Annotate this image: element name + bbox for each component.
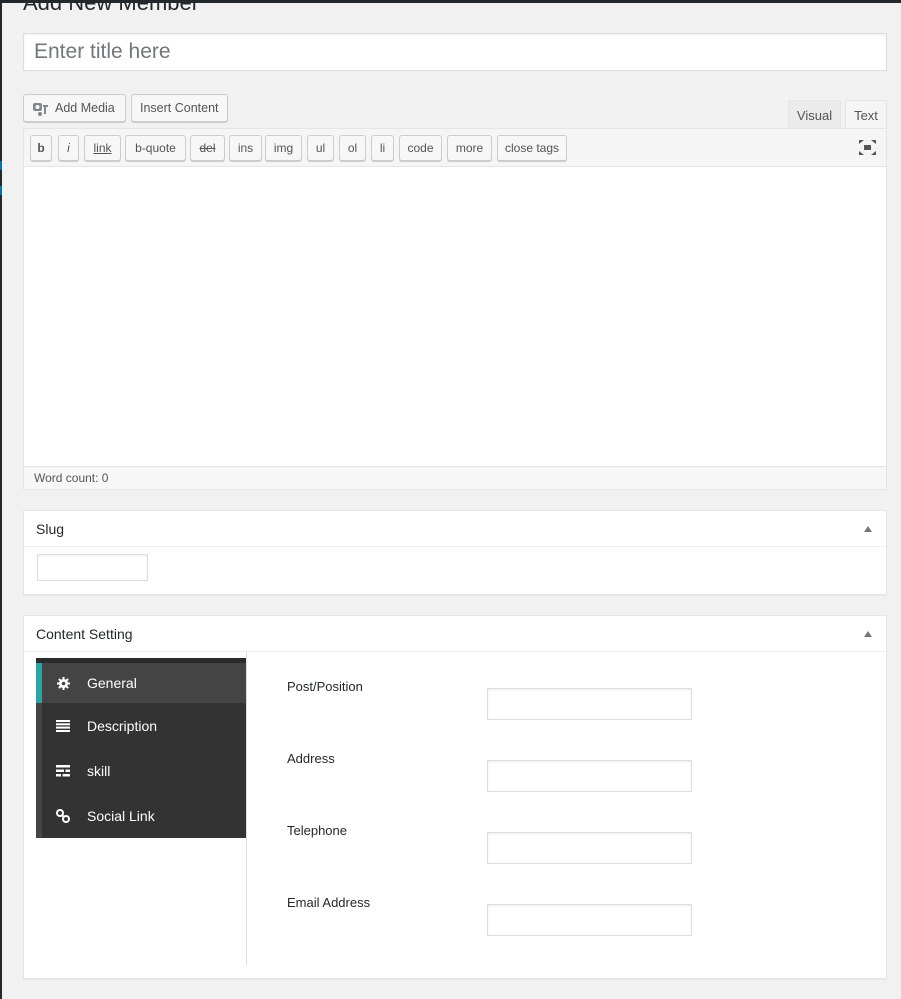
add-media-label: Add Media	[55, 101, 115, 115]
email-address-input[interactable]	[487, 904, 692, 936]
telephone-input[interactable]	[487, 832, 692, 864]
nav-item-general[interactable]: General	[36, 663, 246, 703]
quicktags-toolbar: b i link b-quote del ins img ul ol li co…	[24, 129, 886, 167]
content-setting-metabox-header[interactable]: Content Setting	[24, 616, 886, 652]
tab-visual[interactable]: Visual	[788, 100, 841, 129]
content-setting-divider	[246, 652, 247, 965]
post-position-input[interactable]	[487, 688, 692, 720]
align-justify-icon	[56, 719, 70, 733]
nav-item-label: skill	[87, 762, 111, 779]
nav-item-description[interactable]: Description	[36, 703, 246, 748]
qt-ins-button[interactable]: ins	[229, 135, 262, 161]
content-setting-metabox: Content Setting General Description skil…	[23, 615, 887, 979]
nav-item-skill[interactable]: skill	[36, 748, 246, 793]
email-address-label: Email Address	[287, 895, 371, 910]
qt-more-button[interactable]: more	[447, 135, 492, 161]
nav-item-label: Social Link	[87, 807, 155, 824]
qt-ol-button[interactable]: ol	[339, 135, 366, 161]
qt-close-tags-button[interactable]: close tags	[497, 135, 567, 161]
admin-sidebar-accent	[0, 161, 2, 170]
address-input[interactable]	[487, 760, 692, 792]
qt-link-button[interactable]: link	[84, 135, 121, 161]
list-icon	[56, 764, 70, 778]
qt-bquote-button[interactable]: b-quote	[125, 135, 186, 161]
address-label: Address	[287, 751, 335, 766]
slug-metabox-title: Slug	[36, 520, 65, 537]
qt-del-button[interactable]: del	[190, 135, 225, 161]
collapse-arrow-icon[interactable]	[864, 630, 872, 637]
word-count: Word count: 0	[24, 466, 886, 489]
collapse-arrow-icon[interactable]	[864, 525, 872, 532]
telephone-label: Telephone	[287, 823, 347, 838]
qt-li-button[interactable]: li	[371, 135, 394, 161]
add-media-button[interactable]: Add Media	[23, 94, 126, 122]
slug-metabox: Slug	[23, 510, 887, 595]
slug-metabox-header[interactable]: Slug	[24, 511, 886, 547]
content-setting-metabox-title: Content Setting	[36, 625, 133, 642]
editor-container: b i link b-quote del ins img ul ol li co…	[23, 128, 887, 490]
insert-content-label: Insert Content	[140, 101, 219, 115]
content-textarea[interactable]	[24, 167, 886, 466]
admin-sidebar-edge	[0, 0, 2, 999]
post-position-label: Post/Position	[287, 679, 363, 694]
tab-text[interactable]: Text	[845, 100, 887, 129]
nav-item-social-link[interactable]: Social Link	[36, 793, 246, 838]
title-input[interactable]	[23, 33, 887, 71]
slug-input[interactable]	[37, 554, 148, 581]
qt-bold-button[interactable]: b	[30, 135, 52, 161]
fullscreen-icon[interactable]	[859, 140, 876, 155]
qt-italic-button[interactable]: i	[58, 135, 79, 161]
add-media-icon	[32, 100, 50, 116]
nav-item-label: General	[87, 675, 137, 691]
insert-content-button[interactable]: Insert Content	[131, 94, 228, 122]
content-setting-nav: General Description skill Social Link	[36, 658, 246, 838]
qt-ul-button[interactable]: ul	[307, 135, 334, 161]
nav-item-label: Description	[87, 717, 158, 734]
page-title: Add New Member	[23, 0, 200, 15]
gear-icon	[56, 676, 70, 690]
qt-code-button[interactable]: code	[399, 135, 442, 161]
qt-img-button[interactable]: img	[265, 135, 302, 161]
admin-sidebar-accent	[0, 186, 2, 195]
link-icon	[56, 808, 70, 823]
